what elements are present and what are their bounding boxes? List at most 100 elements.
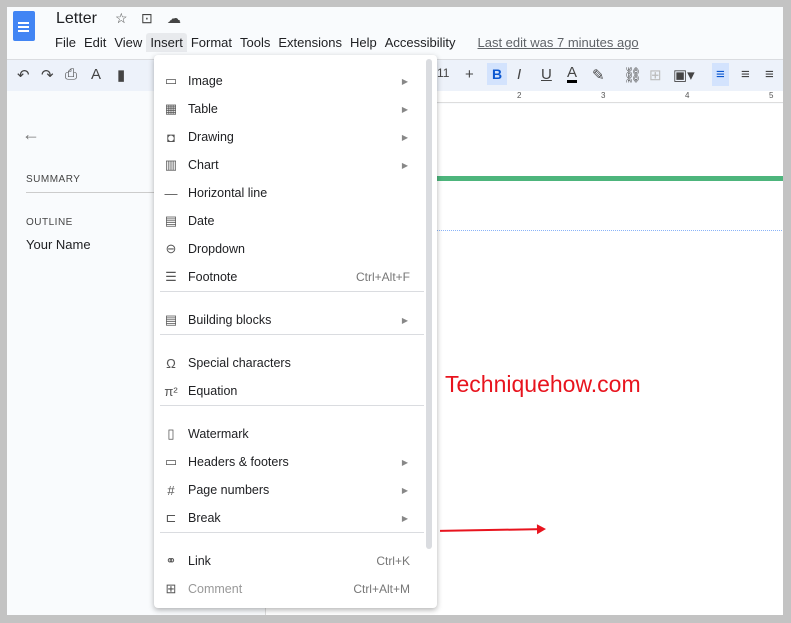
break-icon: ⊏ — [165, 510, 177, 525]
text-color-button[interactable]: A — [567, 65, 578, 83]
menu-item-label: Break — [188, 511, 221, 525]
menu-item-building-blocks[interactable]: ▤ Building blocks ▶ — [154, 306, 424, 334]
menu-item-label: Drawing — [188, 130, 234, 144]
last-edit-link[interactable]: Last edit was 7 minutes ago — [474, 33, 643, 52]
menu-item-page-numbers[interactable]: # Page numbers ▶ — [154, 476, 424, 504]
menu-item-special-characters[interactable]: Ω Special characters — [154, 349, 424, 377]
print-icon[interactable]: ⎙ — [65, 66, 77, 83]
menu-edit[interactable]: Edit — [80, 33, 110, 52]
submenu-arrow-icon: ▶ — [401, 104, 408, 114]
submenu-arrow-icon: ▶ — [401, 160, 408, 170]
italic-button[interactable]: I — [517, 66, 521, 83]
add-comment-icon[interactable]: ⊞ — [649, 66, 662, 84]
menu-item-footnote[interactable]: ☰ Footnote Ctrl+Alt+F — [154, 263, 424, 291]
summary-heading: SUMMARY — [26, 174, 81, 185]
back-arrow-icon[interactable]: ← — [22, 124, 40, 145]
submenu-arrow-icon: ▶ — [401, 457, 408, 467]
ruler-mark: 4 — [685, 91, 690, 100]
chart-icon: ▥ — [164, 157, 178, 172]
menu-item-drawing[interactable]: ◘ Drawing ▶ — [154, 123, 424, 151]
spellcheck-icon[interactable]: A — [91, 66, 101, 83]
cloud-saved-icon[interactable]: ☁ — [167, 10, 181, 27]
increase-font-button[interactable]: + — [465, 66, 474, 83]
ruler-mark: 2 — [517, 91, 522, 100]
comment-icon: ⊞ — [165, 581, 177, 596]
menu-separator — [160, 405, 424, 406]
shortcut-label: Ctrl+Alt+F — [355, 270, 410, 284]
menu-item-horizontal-line[interactable]: — Horizontal line — [154, 179, 424, 207]
link-icon[interactable]: ⛓ — [623, 66, 642, 84]
ruler-mark: 5 — [769, 91, 774, 100]
star-icon[interactable]: ☆ — [115, 10, 128, 27]
menu-accessibility[interactable]: Accessibility — [381, 33, 460, 52]
menu-item-date[interactable]: ▤ Date — [154, 207, 424, 235]
align-left-icon[interactable]: ≡ — [712, 63, 729, 86]
menu-item-watermark[interactable]: ▯ Watermark — [154, 420, 424, 448]
submenu-arrow-icon: ▶ — [401, 513, 408, 523]
menu-item-table[interactable]: ▦ Table ▶ — [154, 95, 424, 123]
menu-view[interactable]: View — [110, 33, 146, 52]
menu-item-label: Dropdown — [188, 242, 245, 256]
hash-icon: # — [167, 482, 175, 498]
align-center-icon[interactable]: ≡ — [741, 66, 750, 83]
watermark-text: Techniquehow.com — [445, 371, 641, 397]
outline-heading: OUTLINE — [26, 217, 73, 228]
submenu-arrow-icon: ▶ — [401, 132, 408, 142]
building-blocks-icon: ▤ — [164, 312, 178, 327]
insert-menu: ▭ Image ▶ ▦ Table ▶ ◘ Drawing ▶ ▥ Chart ▶ — Horizonta… — [154, 55, 543, 608]
menu-insert[interactable]: Insert — [146, 33, 187, 52]
dropdown-icon: ⊖ — [165, 241, 177, 256]
font-size-input[interactable]: 11 — [437, 66, 449, 80]
paint-format-icon[interactable]: ▮ — [117, 66, 125, 84]
menu-item-label: Special characters — [188, 356, 291, 370]
menu-separator — [160, 334, 424, 335]
align-right-icon[interactable]: ≡ — [765, 66, 774, 83]
date-icon: ▤ — [164, 213, 178, 228]
menu-item-dropdown[interactable]: ⊖ Dropdown — [154, 235, 424, 263]
move-folder-icon[interactable]: ⊡ — [141, 10, 153, 27]
divider — [26, 192, 156, 193]
menu-help[interactable]: Help — [346, 33, 381, 52]
outline-item[interactable]: Your Name — [26, 237, 91, 252]
docs-logo-icon[interactable] — [13, 11, 35, 41]
document-title[interactable]: Letter — [56, 10, 97, 28]
menu-item-headers-footers[interactable]: ▭ Headers & footers ▶ — [154, 448, 424, 476]
menu-item-label: Link — [188, 554, 211, 568]
menu-item-label: Comment — [188, 582, 243, 596]
menu-file[interactable]: File — [51, 33, 80, 52]
menu-item-label: Horizontal line — [188, 186, 268, 200]
highlight-icon[interactable]: ✎ — [592, 66, 605, 84]
menu-format[interactable]: Format — [187, 33, 236, 52]
menu-item-image[interactable]: ▭ Image ▶ — [154, 67, 424, 95]
menu-item-label: Headers & footers — [188, 455, 289, 469]
menu-item-equation[interactable]: π² Equation — [154, 377, 424, 405]
menu-item-label: Building blocks — [188, 313, 272, 327]
submenu-arrow-icon: ▶ — [401, 485, 408, 495]
shortcut-label: Ctrl+Alt+M — [353, 582, 410, 596]
watermark-icon: ▯ — [167, 426, 175, 441]
redo-icon[interactable]: ↷ — [41, 66, 54, 84]
menu-tools[interactable]: Tools — [236, 33, 274, 52]
menu-item-comment[interactable]: ⊞ Comment Ctrl+Alt+M — [154, 575, 424, 603]
ruler[interactable]: 2 3 4 5 — [437, 91, 783, 103]
headers-footers-icon: ▭ — [164, 454, 178, 469]
underline-button[interactable]: U — [541, 66, 552, 83]
menu-item-label: Table — [188, 102, 218, 116]
menu-item-break[interactable]: ⊏ Break ▶ — [154, 504, 424, 532]
submenu-arrow-icon: ▶ — [401, 315, 408, 325]
footnote-icon: ☰ — [165, 269, 177, 284]
menu-item-label: Footnote — [188, 270, 238, 284]
menu-item-label: Chart — [188, 158, 219, 172]
insert-image-icon[interactable]: ▣▾ — [673, 66, 695, 84]
undo-icon[interactable]: ↶ — [17, 66, 30, 84]
menu-item-label: Image — [188, 74, 223, 88]
drawing-icon: ◘ — [167, 129, 175, 145]
menu-extensions[interactable]: Extensions — [274, 33, 346, 52]
bold-button[interactable]: B — [487, 63, 508, 85]
omega-icon: Ω — [166, 355, 176, 371]
menu-item-label: Date — [188, 214, 215, 228]
menu-item-link[interactable]: ⚭ Link Ctrl+K — [154, 547, 424, 575]
menu-item-chart[interactable]: ▥ Chart ▶ — [154, 151, 424, 179]
menu-scrollbar[interactable] — [426, 59, 432, 549]
menu-item-label: Page numbers — [188, 483, 270, 497]
